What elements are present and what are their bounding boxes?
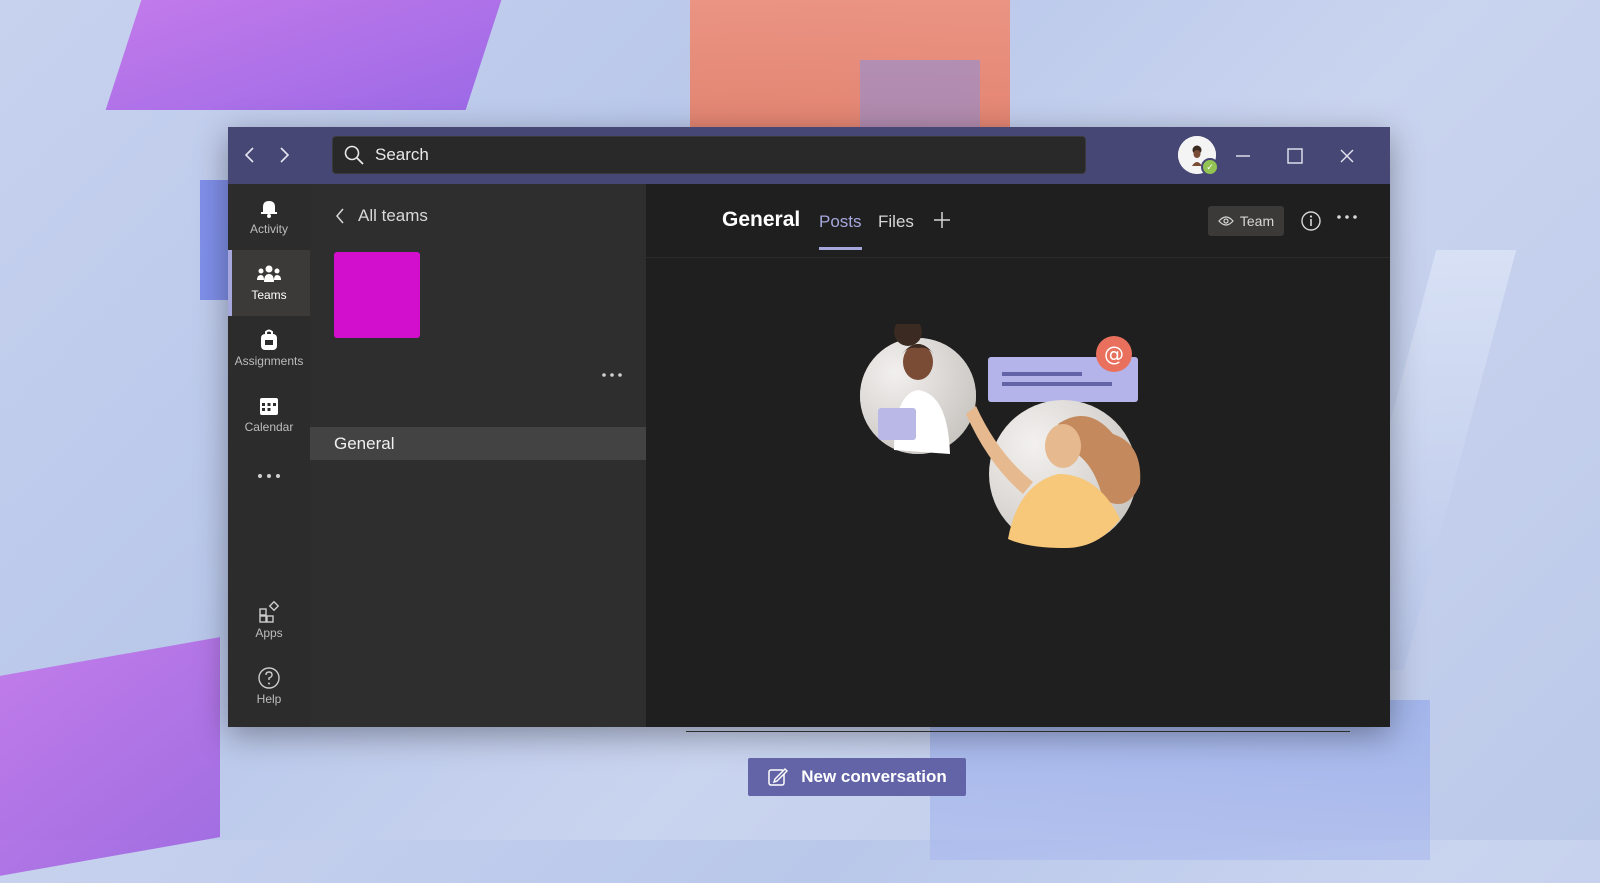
channel-header: General Posts Files Team: [646, 184, 1390, 258]
search-box[interactable]: [332, 136, 1086, 174]
teams-icon: [257, 265, 281, 282]
minimize-button[interactable]: [1228, 141, 1258, 171]
rail-item-label: Calendar: [244, 420, 294, 434]
maximize-icon: [1287, 148, 1303, 164]
rail-item-calendar[interactable]: Calendar: [228, 382, 310, 448]
plus-icon: [934, 212, 950, 228]
eye-icon: [1218, 216, 1234, 226]
team-more-options-button[interactable]: [601, 364, 623, 385]
team-panel: All teams General: [310, 184, 646, 727]
back-button[interactable]: [238, 143, 262, 167]
avatar[interactable]: ✓: [1178, 136, 1219, 176]
rail-more-button[interactable]: [228, 454, 310, 494]
rail-item-activity[interactable]: Activity: [228, 184, 310, 250]
channel-item-general[interactable]: General: [310, 427, 646, 460]
channel-title: General: [722, 208, 801, 231]
wallpaper-shape: [860, 60, 980, 130]
close-button[interactable]: [1332, 141, 1362, 171]
svg-text:@: @: [1104, 342, 1124, 366]
tab-posts[interactable]: Posts: [819, 212, 862, 250]
rail-item-assignments[interactable]: Assignments: [228, 316, 310, 382]
search-input[interactable]: [373, 144, 1085, 166]
channel-info-button[interactable]: [1300, 210, 1322, 232]
rail-item-label: Activity: [249, 222, 288, 236]
channel-content: General Posts Files Team @ New conversat…: [646, 184, 1390, 796]
more-horizontal-icon: [602, 373, 622, 377]
forward-button[interactable]: [272, 143, 296, 167]
bell-icon: [261, 201, 277, 218]
teams-window: ✓ Activity Teams Assignments Calendar: [228, 127, 1390, 796]
more-horizontal-icon: [258, 474, 280, 478]
team-button-label: Team: [1239, 213, 1275, 229]
rail-item-label: Teams: [251, 288, 287, 302]
new-conversation-button[interactable]: New conversation: [748, 758, 966, 796]
rail-item-label: Assignments: [234, 354, 304, 368]
rail-item-help[interactable]: Help: [228, 654, 310, 720]
apps-icon: [259, 600, 280, 623]
welcome-illustration: @: [860, 324, 1141, 549]
minimize-icon: [1236, 155, 1250, 157]
rail-item-teams[interactable]: Teams: [228, 250, 310, 316]
team-view-button[interactable]: Team: [1208, 206, 1284, 236]
tab-files[interactable]: Files: [878, 212, 914, 232]
rail-item-apps[interactable]: Apps: [228, 588, 310, 654]
help-icon: [258, 667, 280, 689]
chevron-right-icon: [280, 147, 290, 163]
presence-available-icon: ✓: [1201, 158, 1219, 176]
title-bar: ✓: [228, 127, 1390, 184]
wallpaper-shape: [105, 0, 515, 110]
search-icon: [344, 145, 364, 165]
chevron-left-icon: [244, 147, 254, 163]
channel-more-options-button[interactable]: [1336, 206, 1358, 227]
new-conversation-label: New conversation: [801, 767, 947, 786]
wallpaper-shape: [0, 637, 220, 883]
info-icon: [1301, 211, 1321, 231]
content-divider: [686, 731, 1350, 732]
app-rail: Activity Teams Assignments Calendar Apps…: [228, 184, 310, 727]
team-avatar-tile[interactable]: [334, 252, 420, 338]
all-teams-link[interactable]: All teams: [334, 206, 428, 226]
close-icon: [1340, 149, 1354, 163]
add-tab-button[interactable]: [932, 210, 952, 233]
rail-item-label: Apps: [255, 626, 283, 640]
rail-item-label: Help: [256, 692, 282, 706]
all-teams-label: All teams: [358, 206, 428, 225]
backpack-icon: [261, 329, 277, 350]
more-horizontal-icon: [1337, 215, 1357, 219]
calendar-icon: [260, 398, 278, 415]
maximize-button[interactable]: [1280, 141, 1310, 171]
chevron-left-icon: [336, 208, 344, 224]
compose-icon: [768, 768, 789, 786]
